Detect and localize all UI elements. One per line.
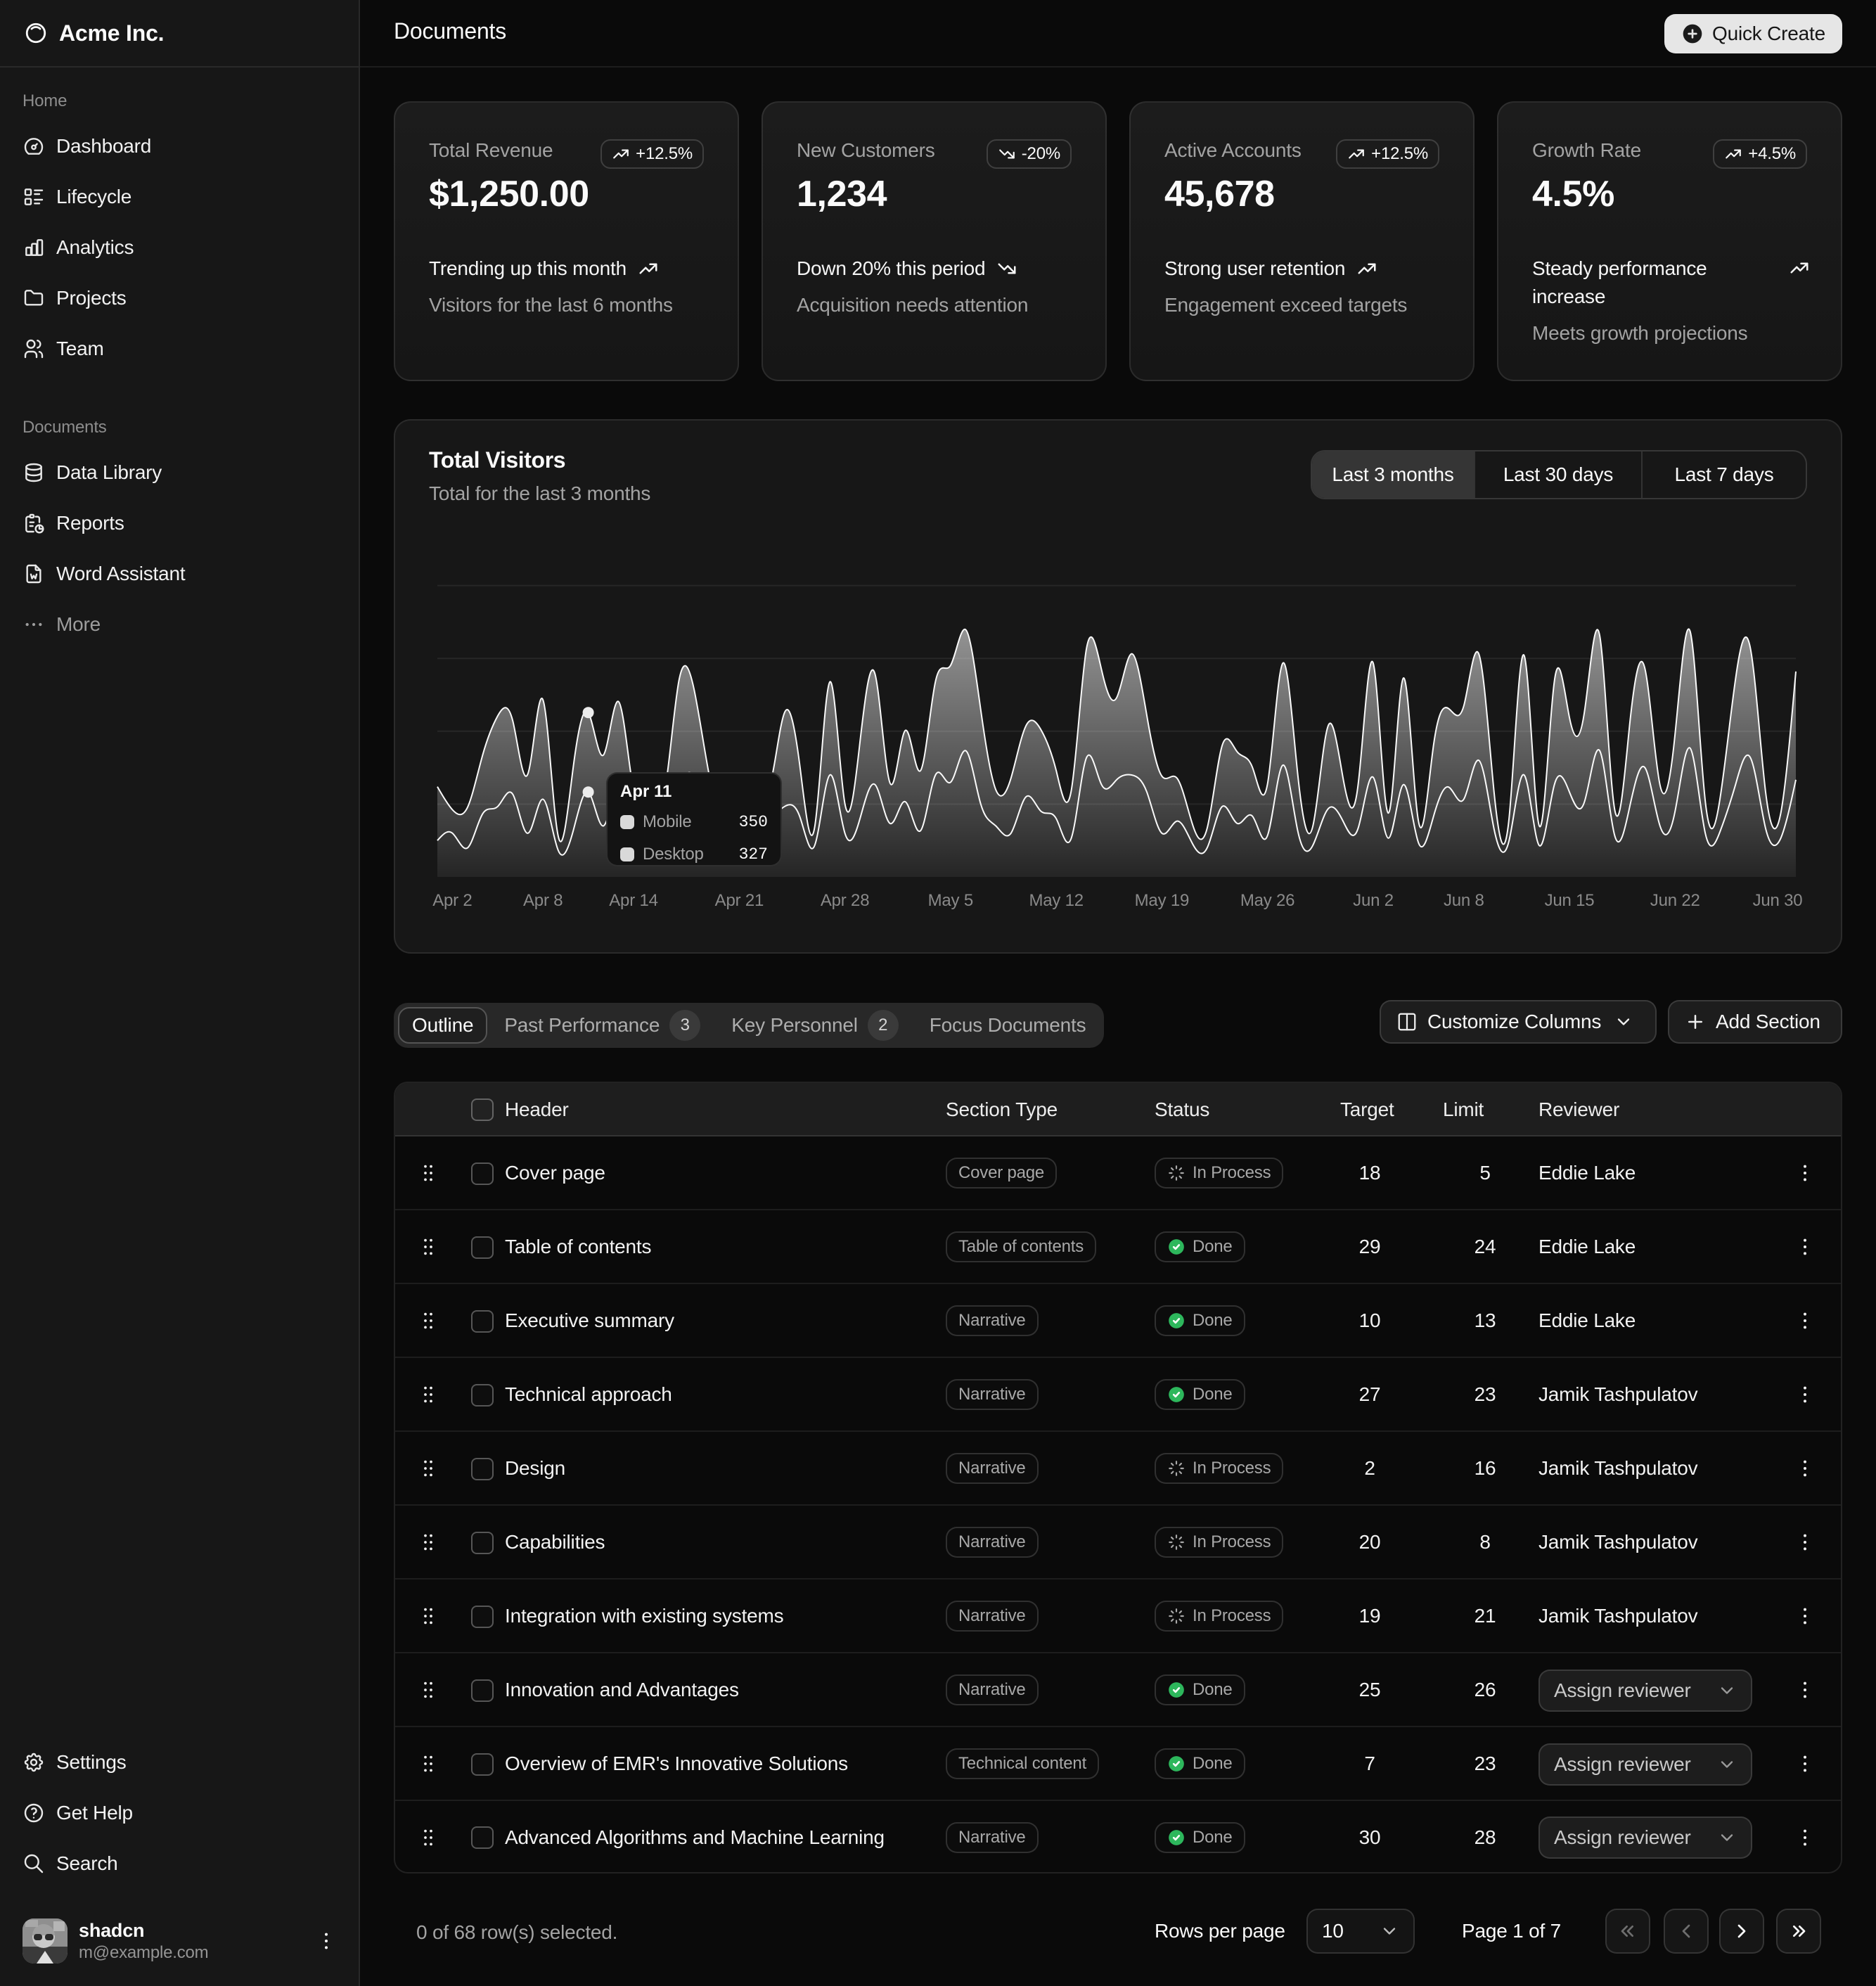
svg-text:Apr 21: Apr 21 xyxy=(715,891,764,910)
svg-text:Jun 8: Jun 8 xyxy=(1444,891,1484,910)
svg-text:Apr 2: Apr 2 xyxy=(432,891,472,910)
svg-text:May 19: May 19 xyxy=(1135,891,1190,910)
svg-text:Apr 28: Apr 28 xyxy=(821,891,870,910)
svg-text:Jun 22: Jun 22 xyxy=(1650,891,1700,910)
svg-text:Jun 15: Jun 15 xyxy=(1545,891,1595,910)
svg-text:May 12: May 12 xyxy=(1029,891,1084,910)
svg-text:May 26: May 26 xyxy=(1240,891,1295,910)
svg-text:Jun 2: Jun 2 xyxy=(1353,891,1394,910)
svg-text:Apr 14: Apr 14 xyxy=(609,891,658,910)
svg-text:Jun 30: Jun 30 xyxy=(1753,891,1803,910)
svg-text:Apr 8: Apr 8 xyxy=(523,891,563,910)
svg-text:May 5: May 5 xyxy=(928,891,973,910)
